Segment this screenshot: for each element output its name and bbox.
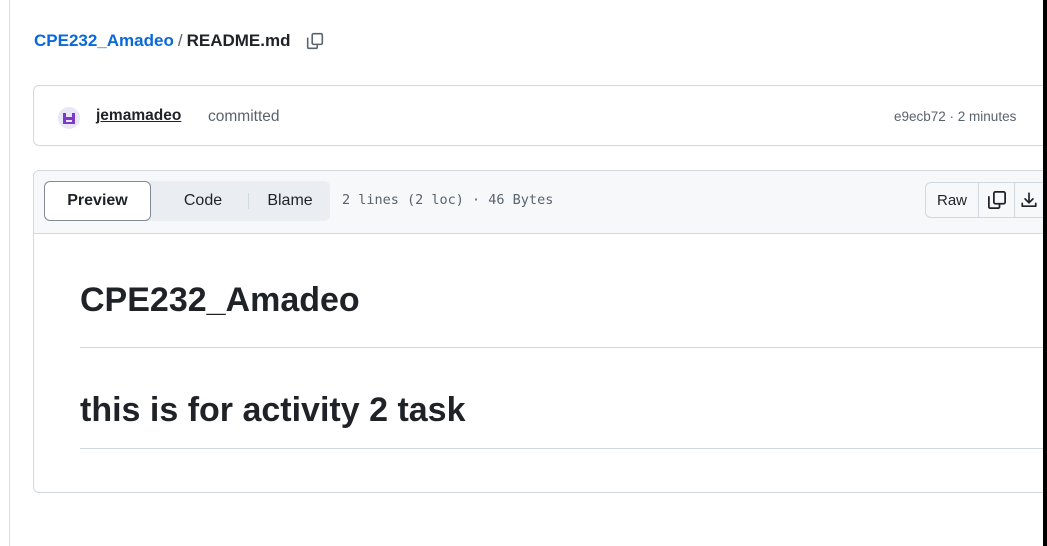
commit-action-text: committed bbox=[208, 108, 280, 125]
file-header: Preview Code Blame 2 lines (2 loc) · 46 … bbox=[34, 171, 1047, 234]
tab-blame[interactable]: Blame bbox=[250, 181, 330, 221]
segment-divider bbox=[248, 193, 249, 209]
copy-path-button[interactable] bbox=[304, 30, 326, 52]
tab-preview[interactable]: Preview bbox=[44, 181, 151, 221]
avatar[interactable] bbox=[58, 107, 80, 129]
download-icon bbox=[1021, 192, 1037, 208]
file-viewer: Preview Code Blame 2 lines (2 loc) · 46 … bbox=[33, 170, 1047, 493]
download-button[interactable] bbox=[1015, 183, 1043, 217]
commit-meta[interactable]: e9ecb72 · 2 minutes bbox=[894, 109, 1016, 124]
heading-rule bbox=[80, 448, 1047, 449]
view-mode-segmented-control: Preview Code Blame bbox=[44, 181, 330, 221]
copy-raw-button[interactable] bbox=[979, 183, 1015, 217]
copy-icon bbox=[987, 191, 1006, 209]
avatar-icon bbox=[63, 113, 75, 124]
heading-rule bbox=[80, 347, 1047, 348]
raw-button[interactable]: Raw bbox=[926, 183, 979, 217]
left-panel-border bbox=[9, 0, 10, 546]
breadcrumb-file-name: README.md bbox=[186, 31, 291, 50]
breadcrumb-repo-link[interactable]: CPE232_Amadeo bbox=[34, 31, 174, 51]
readme-heading-activity: this is for activity 2 task bbox=[80, 391, 466, 429]
breadcrumb: CPE232_Amadeo / README.md bbox=[34, 30, 326, 52]
readme-heading-title: CPE232_Amadeo bbox=[80, 281, 360, 319]
window-edge bbox=[1043, 0, 1047, 546]
tab-code[interactable]: Code bbox=[162, 181, 244, 221]
commit-author-link[interactable]: jemamadeo bbox=[96, 107, 181, 125]
latest-commit-box: jemamadeo committed e9ecb72 · 2 minutes bbox=[33, 85, 1047, 146]
breadcrumb-separator: / bbox=[177, 31, 183, 50]
copy-icon bbox=[307, 32, 324, 50]
file-info: 2 lines (2 loc) · 46 Bytes bbox=[342, 192, 554, 208]
file-actions: Raw bbox=[925, 182, 1047, 218]
